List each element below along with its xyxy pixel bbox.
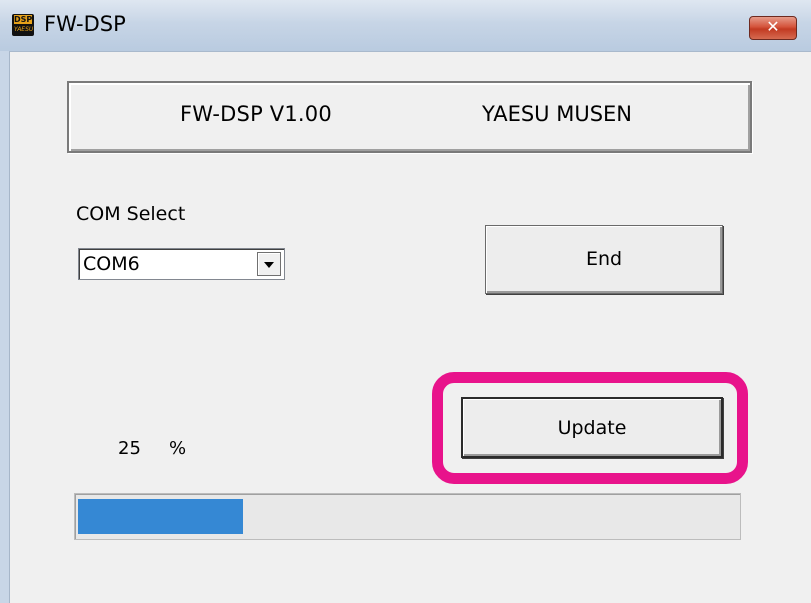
header-panel: FW-DSP V1.00 YAESU MUSEN [67, 81, 752, 153]
com-select-value: COM6 [83, 253, 140, 275]
end-button[interactable]: End [485, 225, 723, 294]
icon-text-bottom: YAESU [14, 26, 34, 33]
com-select-label: COM Select [76, 203, 186, 225]
com-select-dropdown[interactable]: COM6 [78, 248, 285, 280]
progress-percent-value: 25 [118, 438, 141, 459]
update-button[interactable]: Update [461, 397, 723, 458]
close-icon: ✕ [766, 17, 780, 36]
chevron-down-icon[interactable] [257, 252, 281, 276]
app-window: DSP YAESU FW-DSP ✕ FW-DSP V1.00 YAESU MU… [0, 0, 811, 603]
title-bar[interactable]: DSP YAESU FW-DSP ✕ [0, 0, 811, 52]
progress-bar-fill [78, 499, 243, 534]
progress-bar [74, 493, 741, 540]
client-area: FW-DSP V1.00 YAESU MUSEN COM Select COM6… [9, 52, 811, 603]
icon-text-top: DSP [14, 15, 33, 24]
progress-percent-unit: % [169, 438, 187, 459]
version-label: FW-DSP V1.00 [180, 102, 332, 126]
close-button[interactable]: ✕ [749, 16, 797, 40]
maker-label: YAESU MUSEN [482, 102, 633, 126]
window-frame-left [0, 51, 9, 603]
dsp-app-icon: DSP YAESU [12, 14, 34, 36]
window-title: FW-DSP [44, 12, 126, 36]
